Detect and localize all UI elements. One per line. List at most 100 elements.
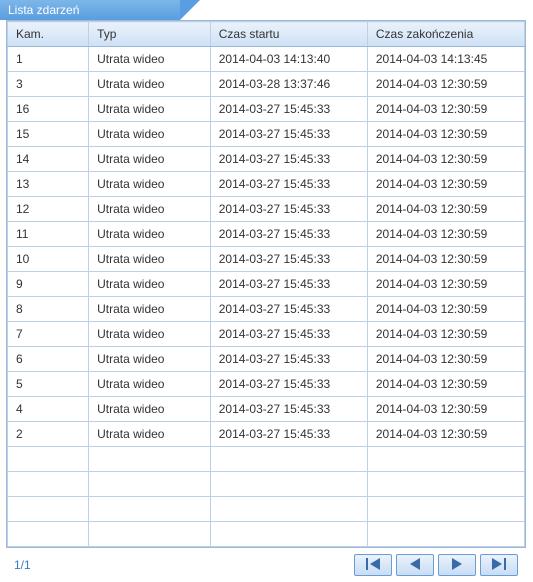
table-row-empty xyxy=(8,497,525,522)
cell-type: Utrata wideo xyxy=(89,97,211,122)
col-header-end-time[interactable]: Czas zakończenia xyxy=(367,22,524,47)
cell-empty xyxy=(89,472,211,497)
cell-start: 2014-03-27 15:45:33 xyxy=(210,397,367,422)
cell-type: Utrata wideo xyxy=(89,247,211,272)
table-row[interactable]: 15Utrata wideo2014-03-27 15:45:332014-04… xyxy=(8,122,525,147)
cell-empty xyxy=(8,472,89,497)
cell-empty xyxy=(89,497,211,522)
cell-cam: 14 xyxy=(8,147,89,172)
cell-end: 2014-04-03 12:30:59 xyxy=(367,197,524,222)
events-table: Kam. Typ Czas startu Czas zakończenia 1U… xyxy=(7,21,525,547)
table-row-empty xyxy=(8,472,525,497)
cell-type: Utrata wideo xyxy=(89,322,211,347)
table-row[interactable]: 12Utrata wideo2014-03-27 15:45:332014-04… xyxy=(8,197,525,222)
col-header-camera[interactable]: Kam. xyxy=(8,22,89,47)
cell-empty xyxy=(210,447,367,472)
cell-start: 2014-03-27 15:45:33 xyxy=(210,197,367,222)
cell-start: 2014-03-27 15:45:33 xyxy=(210,247,367,272)
cell-type: Utrata wideo xyxy=(89,272,211,297)
cell-type: Utrata wideo xyxy=(89,422,211,447)
cell-cam: 9 xyxy=(8,272,89,297)
table-row[interactable]: 4Utrata wideo2014-03-27 15:45:332014-04-… xyxy=(8,397,525,422)
events-table-wrap: Kam. Typ Czas startu Czas zakończenia 1U… xyxy=(6,20,526,548)
next-page-icon xyxy=(450,558,464,573)
table-row[interactable]: 16Utrata wideo2014-03-27 15:45:332014-04… xyxy=(8,97,525,122)
table-row[interactable]: 6Utrata wideo2014-03-27 15:45:332014-04-… xyxy=(8,347,525,372)
cell-empty xyxy=(8,497,89,522)
table-row[interactable]: 9Utrata wideo2014-03-27 15:45:332014-04-… xyxy=(8,272,525,297)
cell-end: 2014-04-03 12:30:59 xyxy=(367,247,524,272)
cell-start: 2014-03-27 15:45:33 xyxy=(210,372,367,397)
cell-start: 2014-04-03 14:13:40 xyxy=(210,47,367,72)
cell-empty xyxy=(367,472,524,497)
last-page-button[interactable] xyxy=(480,554,518,576)
first-page-button[interactable] xyxy=(354,554,392,576)
cell-empty xyxy=(8,447,89,472)
cell-cam: 6 xyxy=(8,347,89,372)
cell-type: Utrata wideo xyxy=(89,347,211,372)
cell-cam: 15 xyxy=(8,122,89,147)
cell-type: Utrata wideo xyxy=(89,147,211,172)
cell-start: 2014-03-28 13:37:46 xyxy=(210,72,367,97)
cell-end: 2014-04-03 12:30:59 xyxy=(367,222,524,247)
table-row[interactable]: 3Utrata wideo2014-03-28 13:37:462014-04-… xyxy=(8,72,525,97)
first-page-icon xyxy=(366,558,380,573)
cell-start: 2014-03-27 15:45:33 xyxy=(210,147,367,172)
cell-start: 2014-03-27 15:45:33 xyxy=(210,272,367,297)
cell-end: 2014-04-03 12:30:59 xyxy=(367,272,524,297)
cell-empty xyxy=(210,522,367,547)
table-row[interactable]: 8Utrata wideo2014-03-27 15:45:332014-04-… xyxy=(8,297,525,322)
prev-page-icon xyxy=(408,558,422,573)
table-row[interactable]: 13Utrata wideo2014-03-27 15:45:332014-04… xyxy=(8,172,525,197)
cell-type: Utrata wideo xyxy=(89,297,211,322)
page-info: 1/1 xyxy=(14,558,31,572)
cell-end: 2014-04-03 12:30:59 xyxy=(367,72,524,97)
cell-type: Utrata wideo xyxy=(89,397,211,422)
cell-end: 2014-04-03 12:30:59 xyxy=(367,322,524,347)
cell-end: 2014-04-03 12:30:59 xyxy=(367,372,524,397)
cell-type: Utrata wideo xyxy=(89,172,211,197)
table-row[interactable]: 14Utrata wideo2014-03-27 15:45:332014-04… xyxy=(8,147,525,172)
cell-end: 2014-04-03 12:30:59 xyxy=(367,122,524,147)
cell-start: 2014-03-27 15:45:33 xyxy=(210,172,367,197)
table-row[interactable]: 10Utrata wideo2014-03-27 15:45:332014-04… xyxy=(8,247,525,272)
cell-empty xyxy=(89,522,211,547)
cell-empty xyxy=(367,497,524,522)
cell-empty xyxy=(367,522,524,547)
cell-cam: 10 xyxy=(8,247,89,272)
cell-start: 2014-03-27 15:45:33 xyxy=(210,297,367,322)
cell-cam: 7 xyxy=(8,322,89,347)
cell-end: 2014-04-03 14:13:45 xyxy=(367,47,524,72)
table-footer: 1/1 xyxy=(6,548,526,582)
table-row[interactable]: 1Utrata wideo2014-04-03 14:13:402014-04-… xyxy=(8,47,525,72)
cell-type: Utrata wideo xyxy=(89,372,211,397)
cell-end: 2014-04-03 12:30:59 xyxy=(367,297,524,322)
cell-end: 2014-04-03 12:30:59 xyxy=(367,347,524,372)
next-page-button[interactable] xyxy=(438,554,476,576)
table-row[interactable]: 11Utrata wideo2014-03-27 15:45:332014-04… xyxy=(8,222,525,247)
prev-page-button[interactable] xyxy=(396,554,434,576)
panel-title: Lista zdarzeń xyxy=(0,0,180,20)
cell-cam: 12 xyxy=(8,197,89,222)
cell-start: 2014-03-27 15:45:33 xyxy=(210,222,367,247)
table-row-empty xyxy=(8,447,525,472)
table-row[interactable]: 7Utrata wideo2014-03-27 15:45:332014-04-… xyxy=(8,322,525,347)
cell-end: 2014-04-03 12:30:59 xyxy=(367,97,524,122)
cell-cam: 8 xyxy=(8,297,89,322)
cell-cam: 16 xyxy=(8,97,89,122)
cell-cam: 11 xyxy=(8,222,89,247)
cell-end: 2014-04-03 12:30:59 xyxy=(367,422,524,447)
cell-start: 2014-03-27 15:45:33 xyxy=(210,347,367,372)
table-row[interactable]: 5Utrata wideo2014-03-27 15:45:332014-04-… xyxy=(8,372,525,397)
col-header-start-time[interactable]: Czas startu xyxy=(210,22,367,47)
col-header-type[interactable]: Typ xyxy=(89,22,211,47)
cell-empty xyxy=(8,522,89,547)
cell-end: 2014-04-03 12:30:59 xyxy=(367,147,524,172)
table-header-row: Kam. Typ Czas startu Czas zakończenia xyxy=(8,22,525,47)
cell-cam: 1 xyxy=(8,47,89,72)
cell-cam: 3 xyxy=(8,72,89,97)
cell-cam: 5 xyxy=(8,372,89,397)
last-page-icon xyxy=(492,558,506,573)
cell-start: 2014-03-27 15:45:33 xyxy=(210,97,367,122)
table-row[interactable]: 2Utrata wideo2014-03-27 15:45:332014-04-… xyxy=(8,422,525,447)
